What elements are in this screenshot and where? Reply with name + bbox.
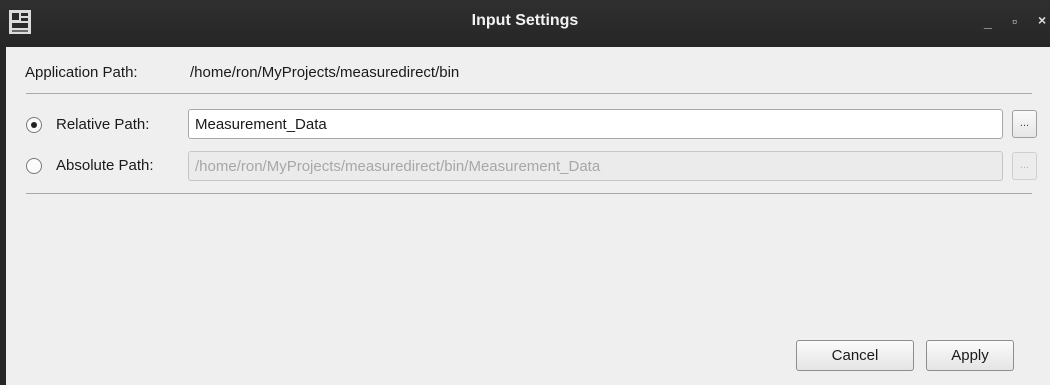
application-path-label: Application Path: — [25, 64, 138, 81]
absolute-path-label[interactable]: Absolute Path: — [56, 157, 154, 174]
minimize-icon[interactable]: _ — [984, 14, 992, 30]
apply-button[interactable]: Apply — [926, 340, 1014, 371]
absolute-path-radio[interactable] — [26, 158, 42, 174]
cancel-button[interactable]: Cancel — [796, 340, 914, 371]
absolute-path-browse-button: ... — [1012, 152, 1037, 180]
relative-path-radio[interactable] — [26, 117, 42, 133]
relative-path-label[interactable]: Relative Path: — [56, 116, 149, 133]
separator-bottom — [26, 193, 1032, 194]
maximize-icon[interactable]: ▫ — [1012, 13, 1017, 29]
application-path-value: /home/ron/MyProjects/measuredirect/bin — [190, 64, 460, 81]
absolute-path-input: /home/ron/MyProjects/measuredirect/bin/M… — [188, 151, 1003, 181]
title-bar[interactable]: Input Settings _ ▫ × — [0, 0, 1050, 47]
relative-path-browse-button[interactable]: ... — [1012, 110, 1037, 138]
close-icon[interactable]: × — [1038, 12, 1046, 28]
dialog-body: Application Path: /home/ron/MyProjects/m… — [6, 47, 1050, 385]
relative-path-input[interactable]: Measurement_Data — [188, 109, 1003, 139]
window-title: Input Settings — [471, 12, 579, 29]
separator-top — [26, 93, 1032, 94]
